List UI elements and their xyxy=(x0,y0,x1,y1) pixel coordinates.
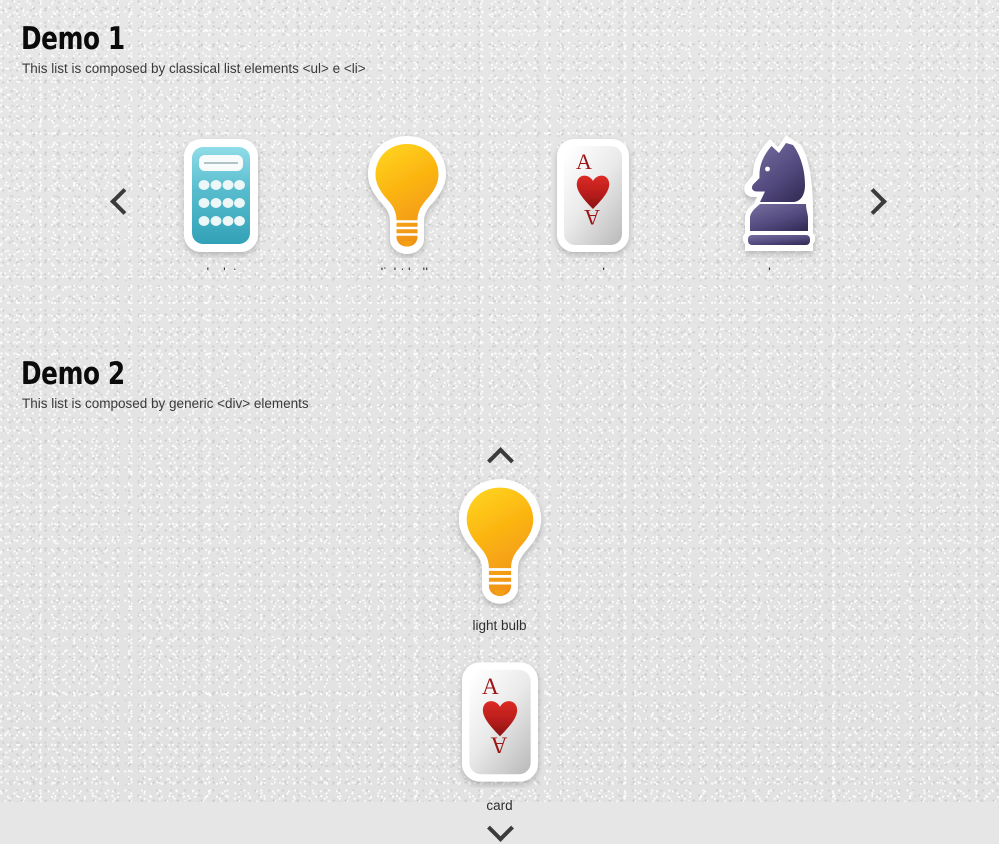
playing-card-icon: A A xyxy=(543,133,643,258)
demo-1-section: Demo 1 This list is composed by classica… xyxy=(0,22,999,294)
chevron-right-icon xyxy=(859,188,887,215)
calculator-icon xyxy=(171,133,271,258)
light-bulb-icon xyxy=(440,476,560,608)
carousel-next-button[interactable] xyxy=(858,185,892,219)
item-label: card xyxy=(543,265,643,270)
light-bulb-icon xyxy=(357,133,457,258)
chess-knight-icon xyxy=(729,133,829,258)
list-item[interactable]: A A card xyxy=(543,133,643,270)
demo-1-title: Demo 1 xyxy=(21,21,125,57)
svg-text:A: A xyxy=(482,674,499,700)
demo-2-header: Demo 2 This list is composed by generic … xyxy=(0,357,999,412)
playing-card-icon: A A xyxy=(440,656,560,788)
vertical-carousel-list: light bulb A A card xyxy=(0,476,999,836)
item-label: card xyxy=(486,798,513,813)
page-root: Demo 1 This list is composed by classica… xyxy=(0,0,999,842)
demo-1-header: Demo 1 This list is composed by classica… xyxy=(0,22,999,77)
list-item[interactable]: light bulb xyxy=(357,133,457,270)
demo-2-section: Demo 2 This list is composed by generic … xyxy=(0,357,999,842)
list-item[interactable]: A A card xyxy=(440,656,560,836)
item-label: chess xyxy=(729,265,829,270)
list-item[interactable]: chess xyxy=(729,133,829,270)
item-label: calculator xyxy=(171,265,271,270)
demo-1-subtitle: This list is composed by classical list … xyxy=(22,61,366,76)
carousel-prev-button[interactable] xyxy=(104,185,138,219)
chevron-up-icon xyxy=(486,447,514,474)
svg-text:A: A xyxy=(490,731,507,757)
demo-2-subtitle: This list is composed by generic <div> e… xyxy=(22,396,309,411)
item-label: light bulb xyxy=(357,265,457,270)
chevron-down-icon xyxy=(486,815,514,842)
list-item[interactable]: calculator xyxy=(171,133,271,270)
item-label: light bulb xyxy=(472,618,527,633)
carousel-down-button[interactable] xyxy=(480,815,520,844)
horizontal-carousel: calculator xyxy=(0,109,999,294)
carousel-up-button[interactable] xyxy=(480,445,520,474)
demo-2-title: Demo 2 xyxy=(21,356,125,392)
chevron-left-icon xyxy=(109,188,137,215)
svg-text:A: A xyxy=(576,149,592,174)
horizontal-carousel-list: calculator xyxy=(171,133,829,270)
list-item[interactable]: light bulb xyxy=(440,476,560,656)
svg-text:A: A xyxy=(584,205,600,230)
